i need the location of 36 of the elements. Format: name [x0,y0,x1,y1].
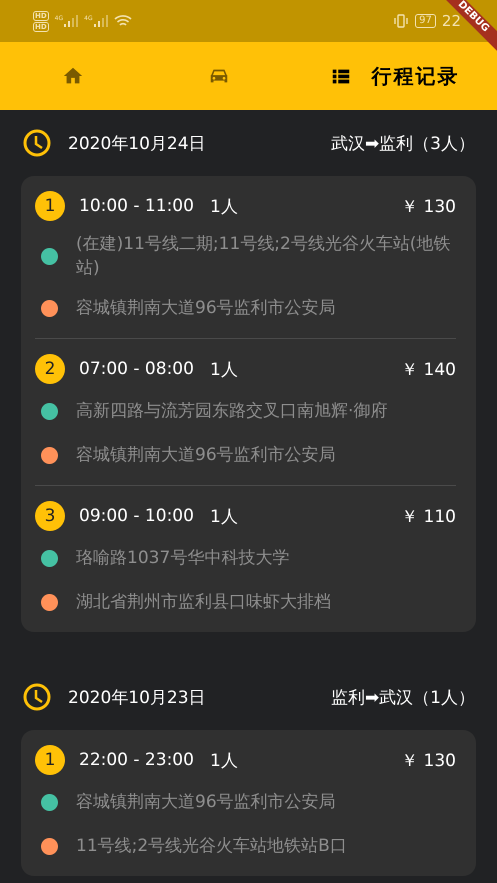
wifi-icon [114,14,132,28]
passenger-count: 1人 [210,506,239,528]
stop-address: 湖北省荆州市监利县口味虾大排档 [76,591,331,614]
stop-address: 高新四路与流芳园东路交叉口南旭辉·御府 [76,400,388,423]
vibrate-icon [393,14,410,28]
passenger-count: 1人 [210,358,239,380]
stop-address: (在建)11号线二期;11号线;2号线光谷火车站(地铁站) [76,233,452,280]
battery-level: 97 [415,14,436,28]
stop-address: 11号线;2号线光谷火车站地铁站B口 [76,835,347,858]
trip-time: 10:00 - 11:00 [79,196,194,216]
trip-date: 2020年10月23日 [68,686,207,708]
trip-number: 2 [35,354,65,384]
stop-address: 容城镇荆南大道96号监利市公安局 [76,444,336,467]
clock-time: 22 [442,12,461,30]
trip-price: ￥ 140 [401,358,456,380]
route-summary: 武汉➡监利（3人） [330,132,475,154]
trip-number: 3 [35,501,65,531]
trip-time: 22:00 - 23:00 [79,750,194,770]
trip-price: ￥ 130 [401,750,456,772]
signal-icon [94,15,108,27]
passenger-count: 1人 [210,196,239,218]
stop-address: 容城镇荆南大道96号监利市公安局 [76,297,336,320]
trip-time: 09:00 - 10:00 [79,506,194,526]
trip-time: 07:00 - 08:00 [79,359,194,379]
clock-icon [22,682,52,712]
stop-address: 珞喻路1037号华中科技大学 [76,547,290,570]
trip-date: 2020年10月24日 [68,132,207,154]
passenger-count: 1人 [210,750,239,772]
stop-address: 容城镇荆南大道96号监利市公安局 [76,791,336,814]
route-summary: 监利➡武汉（1人） [330,686,475,708]
trip-price: ￥ 130 [401,196,456,218]
trip-price: ￥ 110 [401,506,456,528]
trip-number: 1 [35,191,65,221]
clock-icon [22,128,52,158]
signal-icon [64,15,78,27]
trip-number: 1 [35,745,65,775]
